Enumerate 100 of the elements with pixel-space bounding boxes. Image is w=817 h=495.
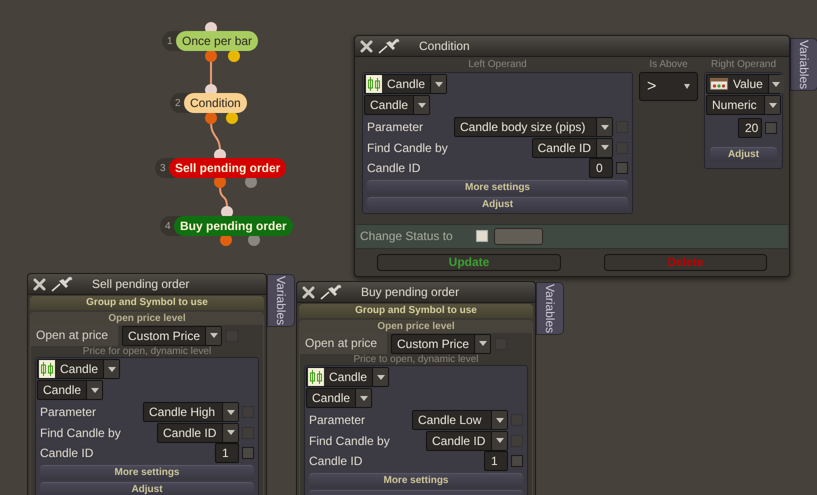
variables-tab[interactable]: Variables [267, 274, 295, 328]
candlestick-icon [308, 368, 324, 386]
flow-node[interactable]: 3 Sell pending order [155, 158, 286, 178]
node-label[interactable]: Sell pending order [169, 158, 286, 178]
field-label: Find Candle by [309, 432, 391, 450]
node-label[interactable]: Buy pending order [174, 216, 293, 236]
dropdown[interactable]: Numeric [706, 95, 781, 115]
variables-tab[interactable]: Variables [536, 282, 564, 336]
window-title: Condition [419, 38, 470, 55]
caret-icon [376, 374, 385, 380]
caret-icon [600, 124, 608, 130]
node-label[interactable]: Once per bar [176, 31, 258, 51]
field-label: Parameter [40, 404, 98, 422]
section-header: Open price level [300, 321, 532, 333]
field-label: Open at price [300, 333, 387, 354]
checkbox[interactable] [242, 447, 254, 460]
dropdown[interactable]: Custom Price [391, 334, 492, 354]
button-edge[interactable] [309, 490, 523, 495]
dropdown[interactable]: Candle [306, 367, 390, 387]
action-button[interactable]: Update [377, 254, 561, 270]
output-port[interactable] [228, 50, 240, 62]
caret-icon [226, 410, 234, 415]
status-color-field[interactable] [494, 228, 543, 244]
checkbox[interactable] [616, 162, 628, 174]
close-icon [302, 286, 315, 298]
node-number: 2 [175, 96, 182, 110]
dropdown[interactable]: Candle [364, 74, 448, 94]
flow-node[interactable]: 4 Buy pending order [160, 216, 293, 236]
pushpin-icon [51, 276, 73, 292]
field-label: Candle ID [40, 445, 94, 462]
field-label: Parameter [367, 119, 424, 136]
dropdown[interactable]: Candle [364, 95, 430, 115]
dropdown[interactable]: Candle [37, 359, 120, 379]
number-field[interactable]: 20 [738, 118, 762, 138]
field-label: Parameter [309, 412, 366, 430]
field-label: Candle ID [309, 453, 364, 470]
caret-icon [772, 82, 780, 86]
node-number: 4 [165, 220, 172, 234]
field-label: Find Candle by [367, 140, 449, 157]
pushpin-icon [320, 284, 342, 300]
flow-node[interactable]: 1 Once per bar [162, 31, 258, 51]
field-label: Find Candle by [40, 424, 122, 442]
caret-icon [90, 388, 99, 392]
checkbox[interactable] [765, 122, 777, 134]
caret-icon [360, 396, 368, 400]
variables-tab[interactable]: Variables [790, 38, 817, 92]
checkbox[interactable] [511, 455, 523, 468]
connector-line [210, 122, 221, 152]
caret-icon [496, 438, 504, 444]
connector-line [219, 186, 228, 208]
section-caption: Left Operand [467, 59, 528, 72]
section-button[interactable]: Group and Symbol to use [30, 296, 264, 310]
panel-button[interactable]: Adjust [40, 482, 254, 495]
dropdown[interactable]: Candle body size (pips) [454, 117, 613, 138]
dropdown[interactable]: Candle [306, 388, 372, 408]
field-label: Candle ID [367, 160, 422, 178]
node-number: 1 [167, 34, 174, 48]
window-title: Buy pending order [361, 284, 460, 301]
output-port[interactable] [205, 50, 217, 62]
output-port[interactable] [205, 112, 217, 124]
caret-icon [600, 145, 608, 150]
value-icon [710, 77, 728, 91]
window-title: Sell pending order [92, 276, 190, 293]
dropdown[interactable]: Candle [37, 380, 104, 400]
operator-dropdown[interactable]: > [639, 72, 698, 101]
section-caption: Is Above [648, 59, 689, 72]
number-field[interactable]: 1 [215, 443, 239, 464]
dropdown[interactable]: Custom Price [122, 326, 222, 346]
number-field[interactable]: 0 [589, 158, 613, 178]
checkbox[interactable] [476, 230, 488, 242]
section-caption: Right Operand [710, 59, 778, 72]
pushpin-icon [378, 38, 400, 54]
panel-button[interactable]: Adjust [367, 196, 628, 212]
section-caption: Price to open, dynamic level [352, 354, 480, 365]
caret-icon [108, 366, 116, 372]
dropdown[interactable]: Candle Low [412, 410, 508, 430]
field-label: Change Status to [360, 228, 454, 245]
dropdown[interactable]: Candle High [143, 402, 239, 422]
number-field[interactable]: 1 [484, 451, 508, 472]
flow-node[interactable]: 2 Condition [170, 93, 247, 113]
candlestick-icon [39, 360, 55, 378]
close-icon [360, 40, 373, 52]
output-port[interactable] [226, 112, 238, 124]
panel-button[interactable]: More settings [367, 180, 628, 194]
panel-button[interactable]: More settings [309, 472, 523, 488]
node-number: 3 [160, 162, 167, 176]
caret-icon [226, 430, 234, 436]
section-header: Open price level [31, 313, 263, 325]
panel-button[interactable]: More settings [40, 464, 254, 480]
dropdown[interactable]: Value [706, 74, 781, 94]
caret-icon [684, 84, 690, 89]
dropdown[interactable]: Candle ID [426, 430, 508, 451]
section-button[interactable]: Group and Symbol to use [299, 304, 533, 318]
dropdown[interactable]: Candle ID [532, 138, 613, 158]
dropdown[interactable]: Candle ID [157, 422, 239, 443]
panel-button[interactable]: Adjust [710, 147, 777, 162]
close-icon [33, 278, 46, 290]
caret-icon [478, 341, 487, 346]
node-label[interactable]: Condition [184, 93, 247, 113]
connector-line [210, 60, 212, 86]
